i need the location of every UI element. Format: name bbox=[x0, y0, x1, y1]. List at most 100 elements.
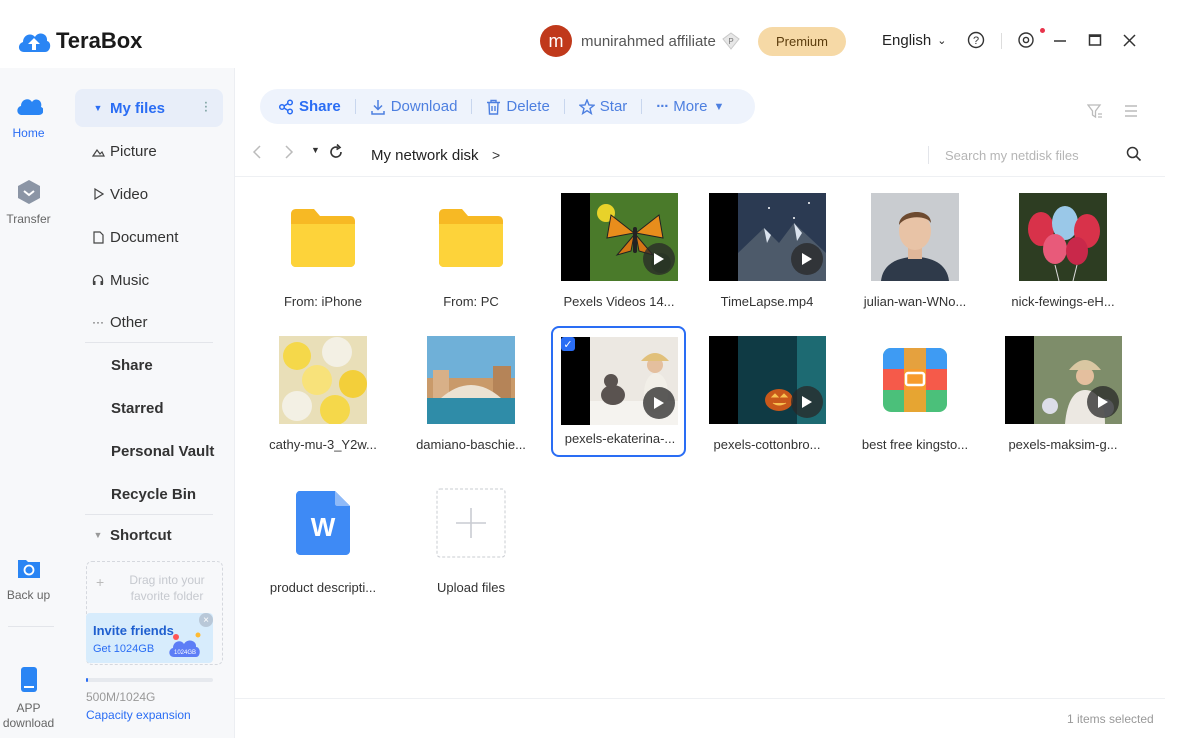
maximize-icon[interactable] bbox=[1085, 30, 1105, 50]
help-icon[interactable]: ? bbox=[966, 30, 986, 50]
user-account[interactable]: m munirahmed affiliate P bbox=[540, 25, 740, 57]
titlebar-divider bbox=[1001, 33, 1002, 49]
sidebar-item-shortcut[interactable]: ▼ Shortcut bbox=[75, 516, 223, 554]
star-button[interactable]: Star bbox=[578, 98, 627, 115]
sidebar-item-starred[interactable]: Starred bbox=[75, 389, 223, 427]
sidebar-item-personal-vault[interactable]: Personal Vault bbox=[75, 432, 223, 470]
play-icon bbox=[1087, 386, 1119, 418]
sidebar-item-my-files[interactable]: ▼ My files ··· bbox=[75, 89, 223, 127]
sidebar-label-other: Other bbox=[110, 313, 148, 331]
sidebar-item-document[interactable]: Document bbox=[75, 218, 223, 256]
dropzone-text: Drag into your favorite folder bbox=[129, 573, 205, 603]
folder-icon bbox=[256, 187, 390, 287]
backup-icon bbox=[17, 560, 40, 578]
file-tile[interactable]: Pexels Videos 14... bbox=[552, 187, 686, 317]
sidebar-label-my-files: My files bbox=[110, 99, 166, 117]
rail-item-app-download[interactable]: APP download bbox=[0, 666, 57, 731]
file-tile[interactable]: From: iPhone bbox=[256, 187, 390, 317]
capacity-fill bbox=[86, 678, 88, 682]
more-label: More bbox=[673, 98, 708, 115]
archive-icon bbox=[848, 330, 982, 430]
breadcrumb-chevron-icon: > bbox=[492, 147, 501, 163]
forward-icon[interactable] bbox=[282, 143, 302, 164]
sidebar-label-music: Music bbox=[110, 271, 150, 289]
file-name: product descripti... bbox=[269, 580, 377, 595]
file-tile[interactable]: cathy-mu-3_Y2w... bbox=[256, 330, 390, 460]
sidebar-item-other[interactable]: ··· Other bbox=[75, 303, 223, 341]
sidebar-item-video[interactable]: Video bbox=[75, 175, 223, 213]
file-tile[interactable]: From: PC bbox=[404, 187, 538, 317]
back-icon[interactable] bbox=[250, 143, 270, 164]
caret-down-icon: ▼ bbox=[93, 530, 103, 540]
capacity-expansion-link[interactable]: Capacity expansion bbox=[86, 708, 191, 722]
video-thumbnail bbox=[700, 330, 834, 430]
premium-button[interactable]: Premium bbox=[758, 27, 846, 56]
rail-item-backup[interactable]: Back up bbox=[0, 554, 57, 602]
download-button[interactable]: Download bbox=[370, 98, 457, 115]
selected-checkbox-icon[interactable]: ✓ bbox=[561, 337, 575, 351]
file-name: Pexels Videos 14... bbox=[563, 294, 675, 309]
rail-item-home[interactable]: Home bbox=[0, 92, 57, 140]
phone-icon bbox=[20, 667, 37, 692]
more-button[interactable]: ··· More ▼ bbox=[656, 98, 724, 115]
sidebar-item-music[interactable]: Music bbox=[75, 261, 223, 299]
sidebar-label-video: Video bbox=[110, 185, 149, 203]
rail-label-backup: Back up bbox=[6, 588, 51, 602]
capacity-text: 500M/1024G bbox=[86, 690, 156, 704]
sidebar-item-recycle-bin[interactable]: Recycle Bin bbox=[75, 475, 223, 513]
file-name: damiano-baschie... bbox=[416, 437, 526, 452]
file-tile[interactable]: best free kingsto... bbox=[848, 330, 982, 460]
share-icon bbox=[278, 98, 294, 115]
sidebar-label-picture: Picture bbox=[110, 142, 157, 160]
share-button[interactable]: Share bbox=[278, 98, 341, 115]
play-icon bbox=[643, 387, 675, 419]
share-label: Share bbox=[299, 98, 341, 115]
close-icon[interactable] bbox=[1119, 30, 1139, 50]
file-tile-selected[interactable]: ✓ pexels-ekaterina-... bbox=[551, 326, 686, 457]
sidebar-item-share[interactable]: Share bbox=[75, 346, 223, 384]
file-tile[interactable]: damiano-baschie... bbox=[404, 330, 538, 460]
rail-label-app-download: APP download bbox=[2, 701, 55, 730]
toolbar-divider bbox=[641, 99, 643, 114]
file-name: pexels-ekaterina-... bbox=[564, 431, 676, 446]
delete-button[interactable]: Delete bbox=[486, 98, 550, 115]
search-divider bbox=[928, 146, 929, 164]
minimize-icon[interactable] bbox=[1050, 30, 1070, 50]
language-select[interactable]: English ⌄ bbox=[882, 32, 946, 49]
capacity-bar bbox=[86, 678, 213, 682]
file-tile[interactable]: nick-fewings-eH... bbox=[996, 187, 1130, 317]
file-tile[interactable]: pexels-cottonbro... bbox=[700, 330, 834, 460]
sidebar-divider bbox=[85, 342, 213, 343]
history-dropdown-icon[interactable]: ▼ bbox=[311, 145, 320, 155]
username[interactable]: munirahmed affiliate bbox=[581, 33, 716, 50]
upload-tile[interactable]: Upload files bbox=[404, 473, 538, 603]
file-tile[interactable]: pexels-maksim-g... bbox=[996, 330, 1130, 460]
rail-label-transfer: Transfer bbox=[6, 212, 51, 226]
refresh-icon[interactable] bbox=[328, 143, 344, 164]
rail-item-transfer[interactable]: Transfer bbox=[0, 178, 57, 226]
file-tile[interactable]: TimeLapse.mp4 bbox=[700, 187, 834, 317]
trash-icon bbox=[487, 99, 501, 115]
more-vertical-icon[interactable]: ··· bbox=[199, 101, 213, 113]
search-icon[interactable] bbox=[1126, 146, 1142, 162]
delete-label: Delete bbox=[506, 98, 550, 115]
sidebar-item-picture[interactable]: Picture bbox=[75, 132, 223, 170]
left-rail: Home Transfer Back up APP download bbox=[0, 68, 65, 738]
avatar[interactable]: m bbox=[540, 25, 572, 57]
settings-icon[interactable] bbox=[1016, 30, 1036, 50]
invite-friends-banner[interactable]: Invite friends Get 1024GB 1024GB bbox=[86, 613, 213, 663]
selection-status: 1 items selected bbox=[1067, 712, 1154, 726]
filter-icon[interactable] bbox=[1087, 103, 1103, 119]
invite-title: Invite friends bbox=[93, 623, 174, 638]
document-icon bbox=[91, 230, 105, 244]
file-tile[interactable]: W product descripti... bbox=[256, 473, 390, 603]
file-tile[interactable]: julian-wan-WNo... bbox=[848, 187, 982, 317]
search-input[interactable] bbox=[945, 144, 1115, 166]
close-banner-icon[interactable]: × bbox=[199, 613, 213, 627]
breadcrumb[interactable]: My network disk bbox=[371, 147, 479, 164]
file-name: pexels-maksim-g... bbox=[1008, 437, 1118, 452]
list-view-icon[interactable] bbox=[1123, 103, 1139, 119]
chevron-down-icon: ⌄ bbox=[937, 35, 947, 47]
sidebar-divider bbox=[85, 514, 213, 515]
notification-dot bbox=[1040, 28, 1045, 33]
